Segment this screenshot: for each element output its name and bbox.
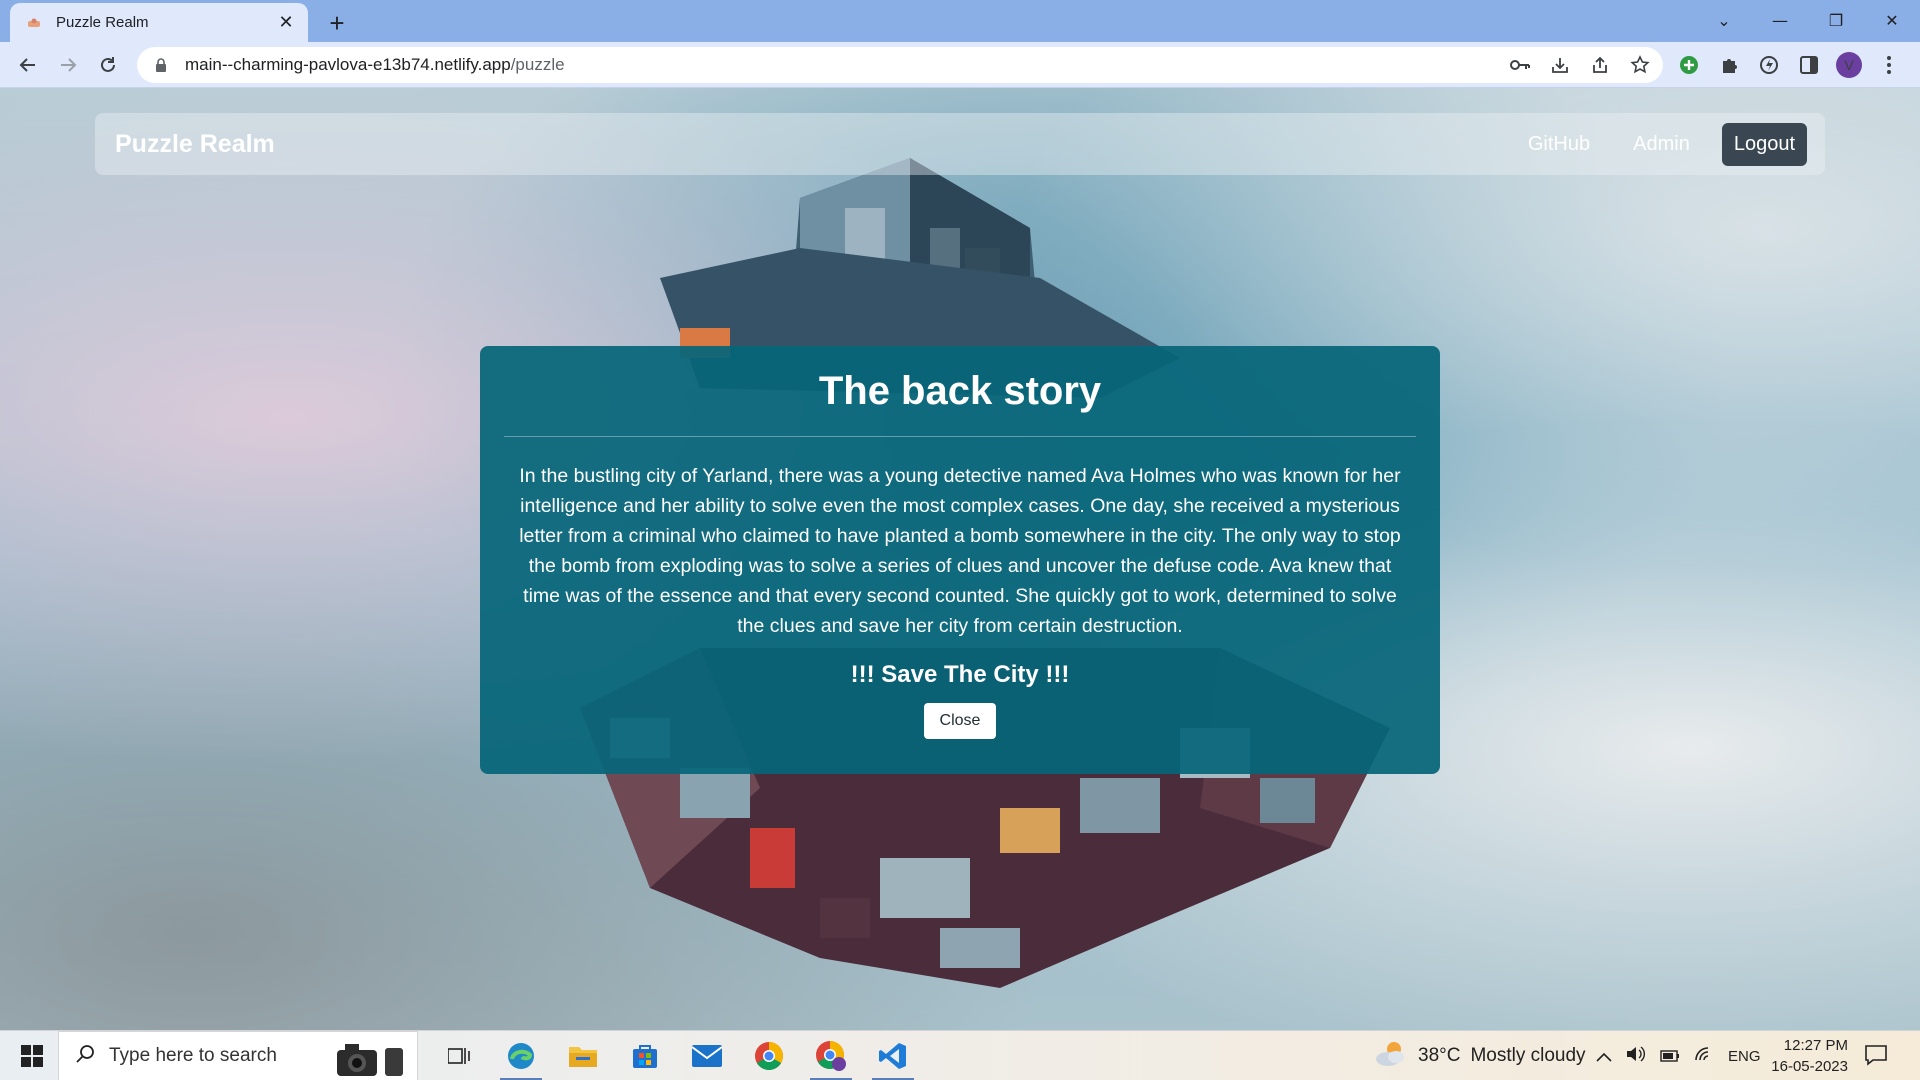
save-the-city-heading: !!! Save The City !!! [850,661,1070,688]
task-view-icon[interactable] [428,1031,490,1080]
page-viewport: Puzzle Realm GitHub Admin Logout The bac… [0,88,1920,1030]
side-panel-icon[interactable] [1796,52,1822,78]
taskbar-clock[interactable]: 12:27 PM 16-05-2023 [1764,1035,1848,1077]
logout-button[interactable]: Logout [1721,122,1807,166]
bookmark-star-icon[interactable] [1629,54,1651,76]
edge-browser-icon[interactable] [490,1031,552,1080]
vscode-icon[interactable] [862,1031,924,1080]
profile-avatar[interactable]: V [1836,52,1862,78]
browser-tab-strip: Puzzle Realm ✕ + ⌄ — ❐ ✕ [0,0,1920,42]
speed-extension-icon[interactable] [1756,52,1782,78]
tab-title: Puzzle Realm [56,14,149,31]
nav-link-github[interactable]: GitHub [1528,133,1590,156]
clock-date: 16-05-2023 [1771,1058,1848,1075]
taskbar-apps [428,1031,924,1080]
partly-cloudy-icon [1374,1039,1408,1073]
url-host: main--charming-pavlova-e13b74.netlify.ap… [185,55,511,74]
back-icon[interactable] [8,45,48,85]
address-bar[interactable]: main--charming-pavlova-e13b74.netlify.ap… [137,47,1663,83]
battery-icon[interactable] [1660,1047,1680,1066]
close-window-icon[interactable]: ✕ [1864,0,1920,40]
taskbar-search[interactable]: Type here to search [58,1031,418,1080]
weather-widget[interactable]: 38°C Mostly cloudy [1374,1031,1586,1080]
site-brand[interactable]: Puzzle Realm [115,130,275,159]
nav-link-admin[interactable]: Admin [1633,133,1690,156]
chrome-icon[interactable] [738,1031,800,1080]
notifications-icon[interactable] [1864,1043,1890,1069]
file-explorer-icon[interactable] [552,1031,614,1080]
url-text[interactable]: main--charming-pavlova-e13b74.netlify.ap… [185,55,565,75]
reload-icon[interactable] [88,45,128,85]
tab-close-icon[interactable]: ✕ [276,12,296,33]
search-placeholder: Type here to search [109,1045,277,1066]
back-story-modal: The back story In the bustling city of Y… [480,346,1440,774]
restore-icon[interactable]: ❐ [1808,0,1864,40]
modal-title: The back story [818,369,1102,413]
extensions-area: V [1676,42,1902,88]
modal-body-text: In the bustling city of Yarland, there w… [519,465,1401,637]
search-highlight-camera-icon [331,1038,407,1080]
share-icon[interactable] [1589,54,1611,76]
weather-temperature: 38°C [1418,1045,1461,1066]
close-button[interactable]: Close [923,703,997,739]
weather-condition: Mostly cloudy [1470,1045,1586,1066]
lock-icon[interactable] [153,57,169,73]
mail-icon[interactable] [676,1031,738,1080]
chrome-profile-icon[interactable] [800,1031,862,1080]
minimize-icon[interactable]: — [1752,0,1808,40]
browser-toolbar: main--charming-pavlova-e13b74.netlify.ap… [0,42,1920,88]
modal-divider [504,436,1416,437]
clock-time: 12:27 PM [1783,1037,1848,1054]
wifi-icon[interactable] [1694,1046,1714,1066]
browser-tab[interactable]: Puzzle Realm ✕ [10,3,308,42]
tab-search-icon[interactable]: ⌄ [1696,0,1752,40]
speaker-icon[interactable] [1626,1045,1646,1067]
forward-icon[interactable] [48,45,88,85]
input-language[interactable]: ENG [1728,1048,1761,1065]
windows-taskbar: Type here to search 38°C Mostly cloudy E… [0,1030,1920,1080]
puzzle-favicon-icon [26,15,42,31]
microsoft-store-icon[interactable] [614,1031,676,1080]
search-icon [75,1044,95,1068]
system-tray: ENG [1596,1031,1761,1080]
green-extension-icon[interactable] [1676,52,1702,78]
password-key-icon[interactable] [1509,54,1531,76]
puzzle-extensions-icon[interactable] [1716,52,1742,78]
window-controls: ⌄ — ❐ ✕ [1696,0,1920,40]
tray-chevron-up-icon[interactable] [1596,1047,1612,1066]
site-navbar: Puzzle Realm GitHub Admin Logout [95,113,1825,175]
nav-links: GitHub Admin Logout [1528,122,1807,166]
omnibox-actions [1509,47,1651,83]
url-path: /puzzle [510,55,565,74]
install-app-icon[interactable] [1549,54,1571,76]
new-tab-button[interactable]: + [322,8,352,38]
windows-start-icon[interactable] [8,1035,56,1077]
kebab-menu-icon[interactable] [1876,52,1902,78]
